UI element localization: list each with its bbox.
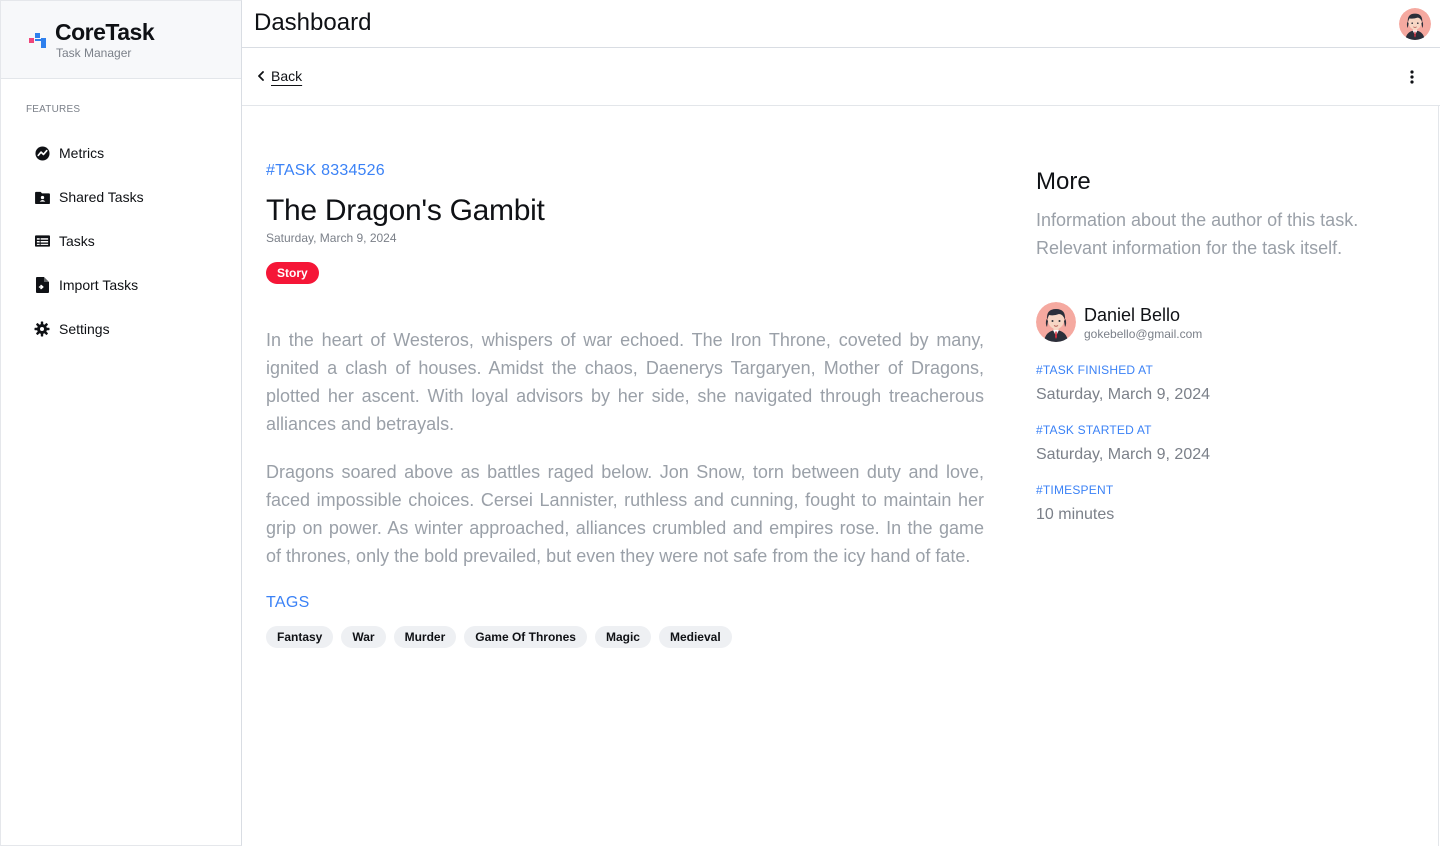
task-description-paragraph: Dragons soared above as battles raged be… [266, 462, 984, 566]
author-name: Daniel Bello [1084, 305, 1181, 325]
task-title: The Dragon's Gambit [266, 194, 545, 227]
more-title: More [1036, 168, 1091, 195]
sidebar-item-label: Settings [59, 321, 110, 337]
sidebar-item-shared-tasks[interactable]: Shared Tasks [1, 175, 241, 219]
tag-chip[interactable]: Magic [594, 626, 651, 648]
sidebar-item-label: Tasks [59, 233, 95, 249]
started-at-value: Saturday, March 9, 2024 [1036, 446, 1211, 463]
import-file-icon [34, 277, 50, 293]
tag-chip[interactable]: Medieval [658, 626, 732, 648]
tag-chip[interactable]: War [341, 626, 386, 648]
tag-chip[interactable]: Murder [393, 626, 457, 648]
more-options-icon[interactable] [1406, 68, 1418, 86]
author-email: gokebello@gmail.com [1084, 327, 1203, 341]
metrics-icon [34, 145, 50, 161]
author-avatar [1036, 302, 1076, 342]
coretask-logo-icon [29, 33, 46, 48]
sidebar-item-tasks[interactable]: Tasks [1, 219, 241, 263]
gear-icon [34, 321, 50, 337]
shared-folder-icon [34, 189, 50, 205]
tag-chip[interactable]: Game Of Thrones [464, 626, 587, 648]
more-description: Information about the author of this tas… [1036, 210, 1359, 258]
finished-at-value: Saturday, March 9, 2024 [1036, 386, 1211, 403]
app-name: CoreTask [55, 19, 155, 45]
task-description-paragraph: In the heart of Westeros, whispers of wa… [266, 330, 984, 434]
sidebar-nav: Metrics Shared Tasks Tasks Import Tasks … [1, 131, 241, 351]
user-avatar[interactable] [1399, 8, 1431, 40]
sidebar-item-metrics[interactable]: Metrics [1, 131, 241, 175]
finished-at-label: #TASK FINISHED AT [1036, 363, 1153, 377]
sidebar-item-import-tasks[interactable]: Import Tasks [1, 263, 241, 307]
sub-toolbar: Back [242, 48, 1440, 106]
tags-list: Fantasy War Murder Game Of Thrones Magic… [266, 626, 732, 648]
tags-heading: TAGS [266, 594, 310, 611]
sidebar-item-label: Metrics [59, 145, 105, 161]
page-title: Dashboard [254, 9, 372, 36]
top-header: Dashboard [242, 0, 1440, 48]
app-subtitle: Task Manager [56, 46, 132, 60]
tasks-list-icon [34, 233, 50, 249]
features-section-label: FEATURES [26, 104, 81, 115]
sidebar-item-label: Shared Tasks [59, 189, 144, 205]
brand-header: CoreTask Task Manager [1, 1, 241, 79]
tag-chip[interactable]: Fantasy [266, 626, 334, 648]
task-type-badge: Story [266, 262, 319, 284]
timespent-label: #TIMESPENT [1036, 483, 1114, 497]
task-date: Saturday, March 9, 2024 [266, 231, 397, 245]
back-label: Back [271, 68, 303, 84]
chevron-left-icon [258, 71, 264, 81]
content-divider [1438, 106, 1439, 846]
sidebar-item-settings[interactable]: Settings [1, 307, 241, 351]
timespent-value: 10 minutes [1036, 506, 1115, 523]
sidebar-item-label: Import Tasks [59, 277, 139, 293]
back-button[interactable]: Back [257, 68, 302, 84]
sidebar: CoreTask Task Manager FEATURES Metrics S… [0, 0, 242, 846]
task-id: #TASK 8334526 [266, 162, 385, 179]
started-at-label: #TASK STARTED AT [1036, 423, 1152, 437]
